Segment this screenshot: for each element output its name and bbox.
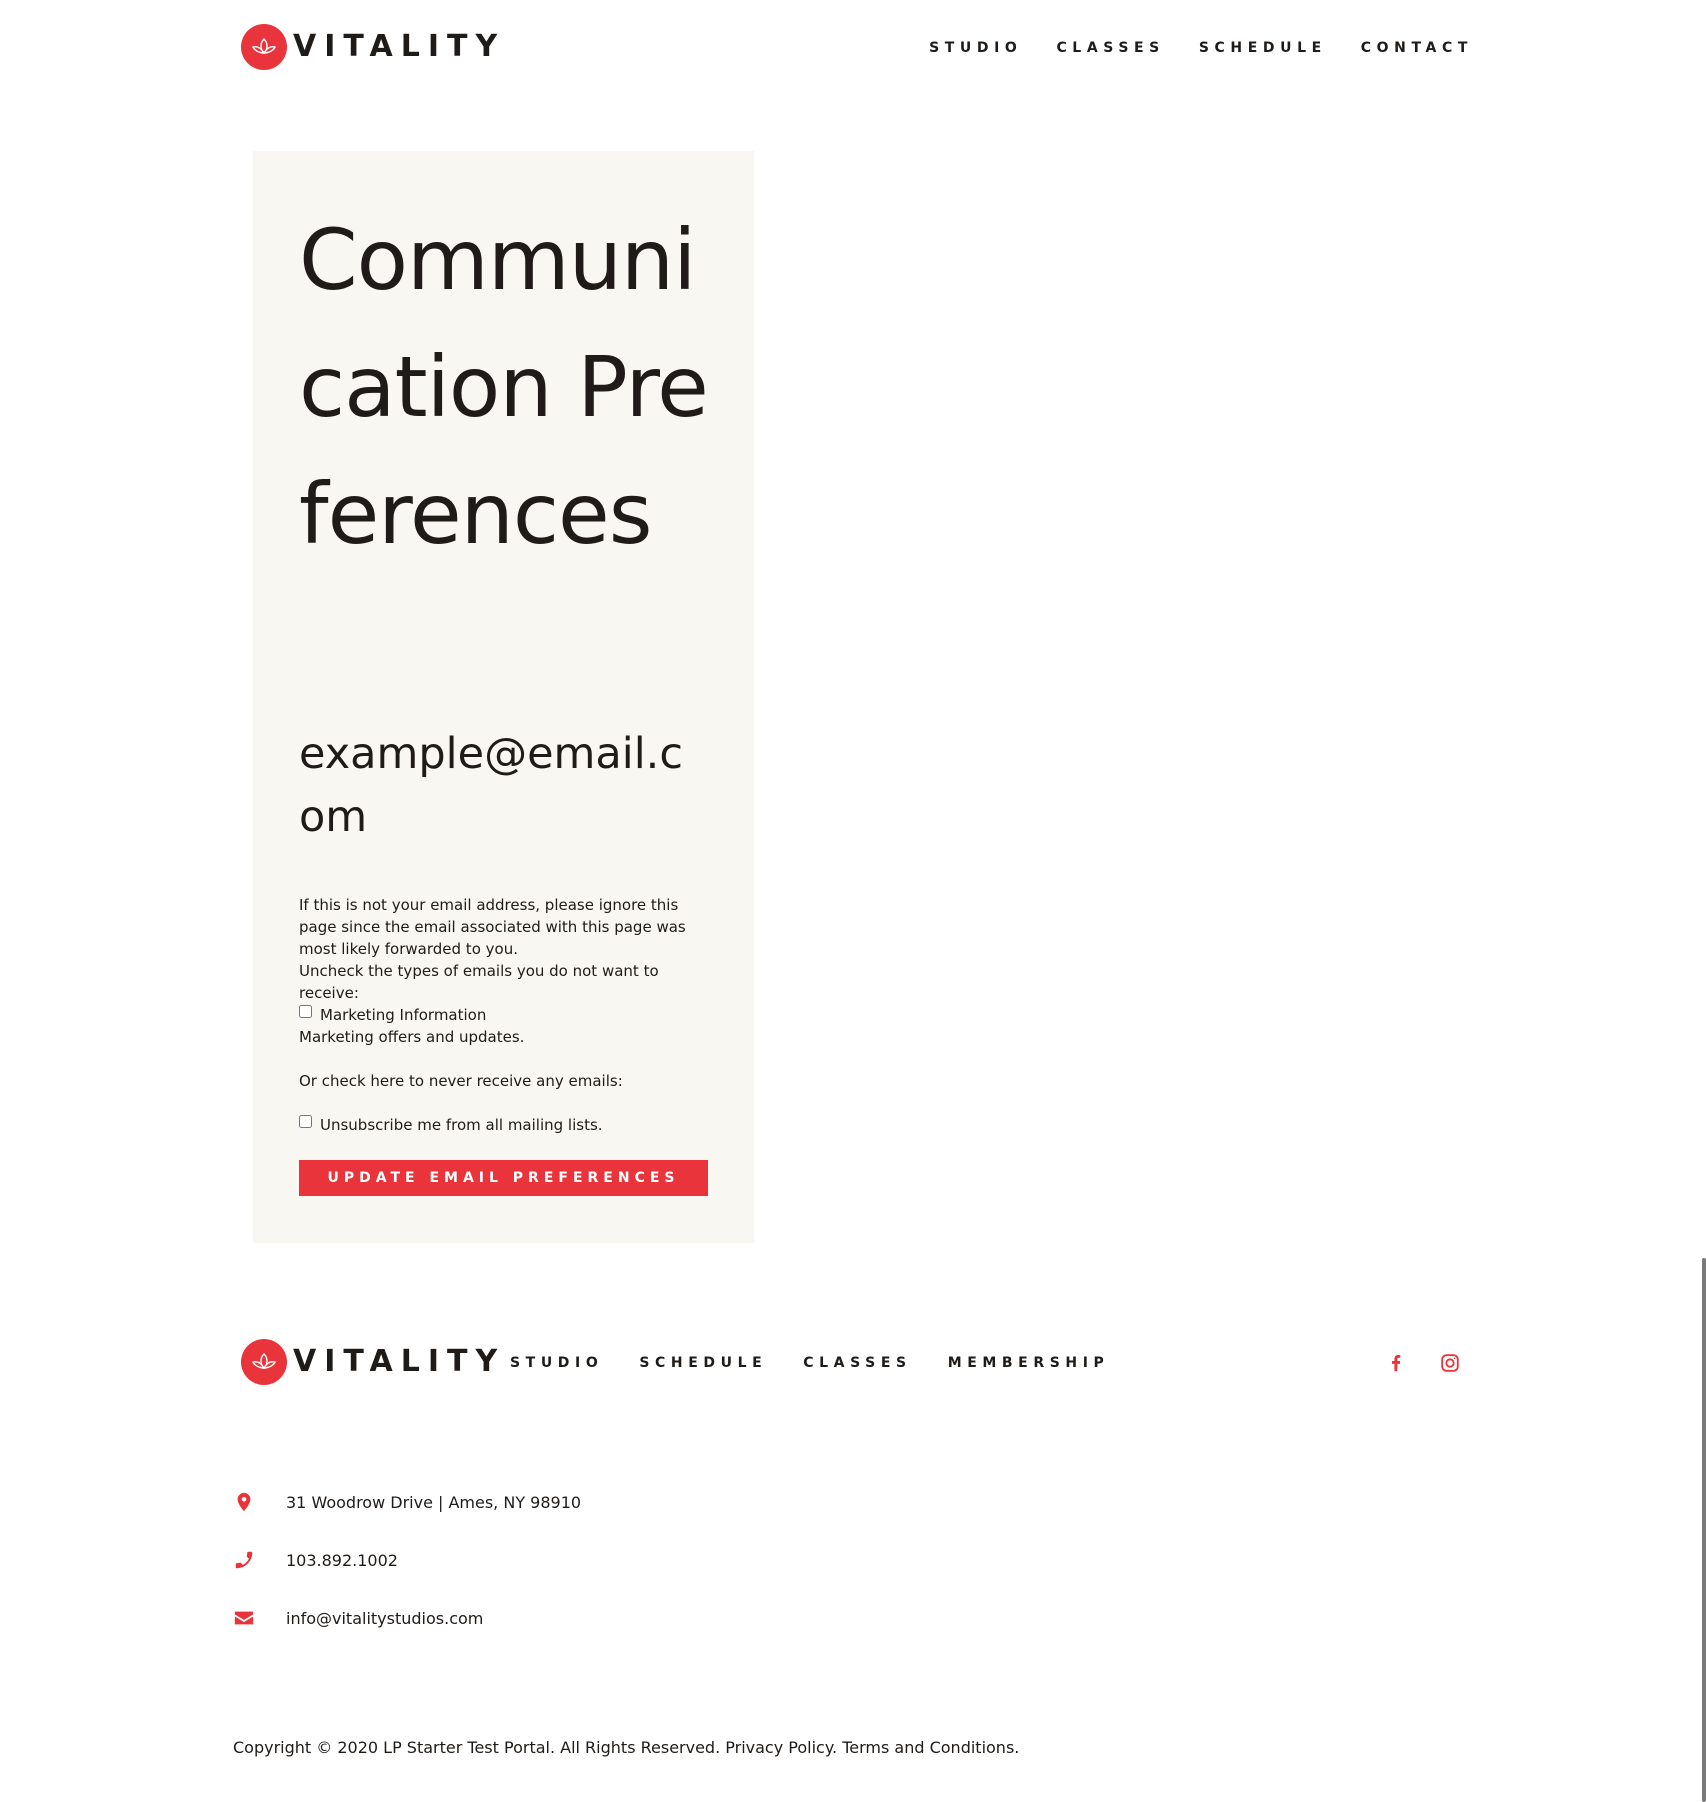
header-logo[interactable]: VITALITY [241,24,505,70]
contact-address: 31 Woodrow Drive | Ames, NY 98910 [232,1490,832,1514]
lotus-icon [241,1339,287,1385]
privacy-policy-link[interactable]: Privacy Policy. [725,1738,837,1757]
footer-logo[interactable]: VITALITY [241,1339,505,1385]
footer-nav: STUDIO SCHEDULE CLASSES MEMBERSHIP [510,1355,1145,1371]
footer-nav-membership[interactable]: MEMBERSHIP [948,1355,1110,1371]
address-text: 31 Woodrow Drive | Ames, NY 98910 [286,1492,582,1512]
email-link[interactable]: info@vitalitystudios.com [286,1609,483,1628]
site-header: VITALITY STUDIO CLASSES SCHEDULE CONTACT [0,0,1706,100]
top-nav: STUDIO CLASSES SCHEDULE CONTACT [895,40,1473,56]
notice-text: If this is not your email address, pleas… [299,896,686,958]
nav-schedule[interactable]: SCHEDULE [1199,40,1327,56]
brand-name: VITALITY [293,29,506,64]
unsubscribe-label: Unsubscribe me from all mailing lists. [320,1116,603,1134]
never-receive-prompt: Or check here to never receive any email… [299,1072,623,1090]
update-preferences-button[interactable]: UPDATE EMAIL PREFERENCES [299,1160,708,1196]
footer-nav-studio[interactable]: STUDIO [510,1355,603,1371]
nav-contact[interactable]: CONTACT [1361,40,1473,56]
footer-nav-classes[interactable]: CLASSES [803,1355,911,1371]
lotus-icon [241,24,287,70]
footer-brand-name: VITALITY [293,1344,506,1379]
marketing-checkbox[interactable] [299,1005,312,1018]
map-pin-icon [232,1490,256,1514]
marketing-option[interactable]: Marketing Information [299,1004,486,1026]
uncheck-prompt: Uncheck the types of emails you do not w… [299,962,659,1002]
envelope-icon [232,1606,256,1630]
copyright-text: Copyright © 2020 LP Starter Test Portal.… [233,1738,721,1757]
footer-nav-schedule[interactable]: SCHEDULE [639,1355,767,1371]
scrollbar[interactable] [1702,1258,1706,1802]
preferences-card: Communication Preferences example@email.… [253,151,754,1243]
social-links [1384,1351,1462,1375]
phone-link[interactable]: 103.892.1002 [286,1551,398,1570]
footer-top: VITALITY STUDIO SCHEDULE CLASSES MEMBERS… [0,1335,1706,1395]
marketing-label: Marketing Information [320,1006,487,1024]
contact-email[interactable]: info@vitalitystudios.com [232,1606,832,1630]
phone-icon [232,1548,256,1572]
terms-link[interactable]: Terms and Conditions. [842,1738,1019,1757]
instagram-icon[interactable] [1438,1351,1462,1375]
user-email: example@email.com [299,729,683,842]
facebook-icon[interactable] [1384,1351,1408,1375]
unsubscribe-option[interactable]: Unsubscribe me from all mailing lists. [299,1114,603,1136]
marketing-description: Marketing offers and updates. [299,1028,525,1046]
nav-studio[interactable]: STUDIO [929,40,1022,56]
contact-phone[interactable]: 103.892.1002 [232,1548,832,1572]
unsubscribe-checkbox[interactable] [299,1115,312,1128]
nav-classes[interactable]: CLASSES [1056,40,1164,56]
page-title: Communication Preferences [299,211,709,563]
copyright: Copyright © 2020 LP Starter Test Portal.… [233,1738,1019,1757]
